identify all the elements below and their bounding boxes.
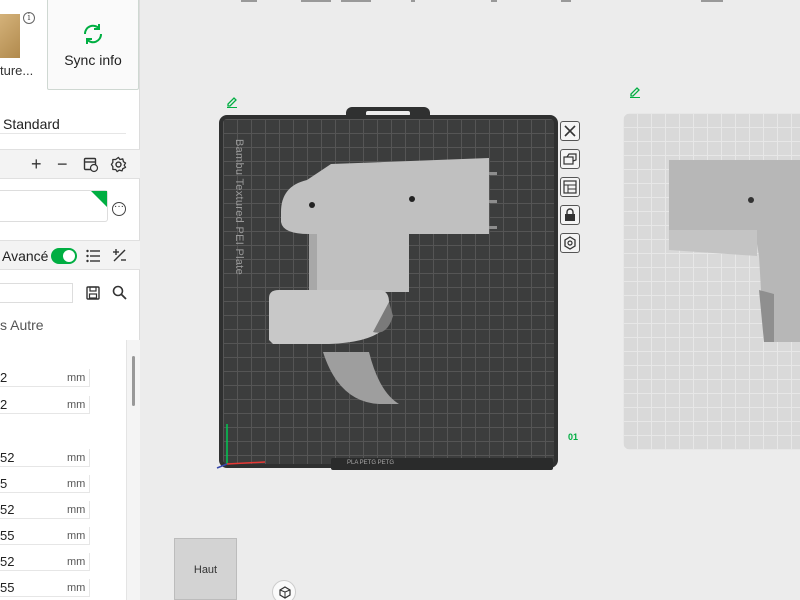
param-unit: mm: [67, 478, 86, 490]
3d-model-2[interactable]: [669, 160, 800, 342]
scrollbar-thumb[interactable]: [132, 356, 135, 406]
process-preset-select[interactable]: Standard: [0, 114, 126, 134]
settings-toolbar: Avancé: [0, 240, 140, 270]
reset-view-button[interactable]: [272, 580, 296, 600]
save-icon[interactable]: [86, 286, 100, 300]
sync-icon: [83, 24, 103, 44]
param-unit: mm: [67, 372, 86, 384]
param-row: 2 mm: [0, 393, 126, 415]
plate-settings-icon[interactable]: [560, 233, 580, 253]
gear-icon[interactable]: [110, 156, 127, 173]
search-icon[interactable]: [112, 285, 127, 300]
plate-type-label: ture...: [0, 63, 34, 78]
settings-scrollbar[interactable]: [126, 340, 140, 600]
minus-icon[interactable]: −: [57, 155, 68, 173]
plate-name-label: Bambu Textured PEI Plate: [233, 139, 245, 276]
advanced-mode-toggle[interactable]: [51, 248, 77, 264]
top-toolbar-edge: [241, 0, 723, 2]
axis-gizmo: [216, 424, 266, 469]
compare-icon[interactable]: [83, 157, 99, 173]
plate-toolbar: [560, 121, 582, 261]
compare-params-icon[interactable]: [112, 248, 127, 263]
left-panel: i ture... Sync info Standard + − ··· Ava…: [0, 0, 140, 600]
close-plate-icon[interactable]: [560, 121, 580, 141]
sync-info-label: Sync info: [64, 52, 122, 68]
lock-icon[interactable]: [560, 205, 580, 225]
plate-filament-text: PLA PETG PETG: [347, 460, 395, 466]
param-unit: mm: [67, 504, 86, 516]
advanced-mode-label: Avancé: [2, 248, 49, 264]
info-icon[interactable]: i: [23, 12, 35, 24]
3d-viewport[interactable]: Bambu Textured PEI Plate 01 PLA PETG PET…: [141, 0, 800, 600]
plate-number: 01: [568, 432, 579, 442]
list-icon[interactable]: [86, 249, 100, 263]
orient-icon[interactable]: [560, 149, 580, 169]
more-options-icon[interactable]: ···: [112, 202, 126, 216]
filament-preset-box[interactable]: [0, 190, 108, 222]
param-unit: mm: [67, 582, 86, 594]
cube-view-icon: [279, 586, 291, 599]
edit-plate-name-icon[interactable]: [629, 86, 641, 98]
param-unit: mm: [67, 452, 86, 464]
param-row: 52 mm: [0, 446, 126, 468]
param-row: 55 mm: [0, 576, 126, 598]
search-input[interactable]: [0, 283, 73, 303]
param-row: 55 mm: [0, 524, 126, 546]
preset-toolbar: + −: [0, 149, 140, 179]
param-row: 52 mm: [0, 498, 126, 520]
param-row: 5 mm: [0, 472, 126, 494]
param-unit: mm: [67, 399, 86, 411]
sync-info-button[interactable]: Sync info: [47, 0, 139, 90]
edit-plate-name-icon[interactable]: [226, 96, 238, 108]
plate-type-thumbnail[interactable]: [0, 14, 20, 58]
plus-icon[interactable]: +: [31, 155, 42, 173]
param-row: 52 mm: [0, 550, 126, 572]
param-unit: mm: [67, 556, 86, 568]
param-row: 2 mm: [0, 366, 126, 388]
modified-flag-icon: [91, 191, 107, 207]
arrange-icon[interactable]: [560, 177, 580, 197]
view-cube[interactable]: Haut: [174, 538, 237, 600]
3d-model[interactable]: [269, 152, 519, 412]
settings-tabs[interactable]: s Autre: [0, 317, 44, 333]
plate-filament-bar[interactable]: PLA PETG PETG: [331, 458, 553, 470]
param-unit: mm: [67, 530, 86, 542]
